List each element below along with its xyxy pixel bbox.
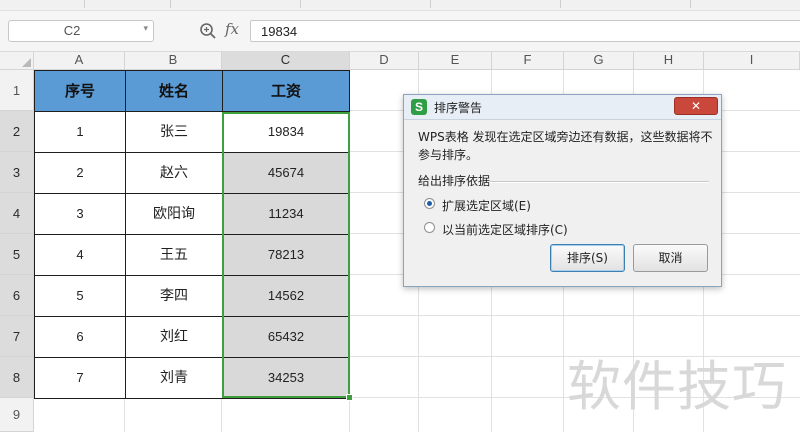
row-header-2[interactable]: 2 (0, 111, 34, 152)
table-cell-selected[interactable]: 78213 (222, 234, 350, 276)
select-all-corner[interactable] (0, 52, 34, 70)
table-cell[interactable]: 李四 (125, 275, 223, 317)
row-header-8[interactable]: 8 (0, 357, 34, 398)
column-header-b[interactable]: B (125, 52, 222, 70)
table-cell-selected[interactable]: 45674 (222, 152, 350, 194)
column-header-g[interactable]: G (564, 52, 634, 70)
table-cell-selected[interactable]: 34253 (222, 357, 350, 399)
table-cell[interactable]: 2 (34, 152, 126, 194)
column-header-e[interactable]: E (419, 52, 492, 70)
column-header-d[interactable]: D (350, 52, 419, 70)
dialog-message: WPS表格 发现在选定区域旁边还有数据，这些数据将不参与排序。 (418, 130, 713, 162)
zoom-icon[interactable] (199, 22, 217, 40)
watermark-text: 软件技巧 (567, 355, 787, 418)
row-header-9[interactable]: 9 (0, 398, 34, 432)
option-label[interactable]: 以当前选定区域排序(C) (442, 221, 568, 238)
table-cell[interactable]: 3 (34, 193, 126, 235)
table-cell-selected[interactable]: 14562 (222, 275, 350, 317)
formula-input[interactable]: 19834 (250, 20, 800, 42)
row-header-3[interactable]: 3 (0, 152, 34, 193)
cancel-button[interactable]: 取消 (633, 244, 708, 272)
dialog-title: 排序警告 (434, 101, 483, 115)
table-header-cell[interactable]: 工资 (222, 70, 350, 112)
dialog-titlebar[interactable]: S 排序警告 ✕ (404, 95, 721, 120)
row-header-7[interactable]: 7 (0, 316, 34, 357)
radio-checked-icon[interactable] (424, 198, 435, 209)
table-cell[interactable]: 4 (34, 234, 126, 276)
table-cell-selected[interactable]: 65432 (222, 316, 350, 358)
formula-bar: C2 ▾ fx 19834 (0, 11, 800, 52)
chevron-down-icon[interactable]: ▾ (143, 24, 148, 34)
table-header-cell[interactable]: 序号 (34, 70, 126, 112)
table-cell[interactable]: 王五 (125, 234, 223, 276)
table-cell-active[interactable]: 19834 (222, 111, 350, 153)
table-cell-selected[interactable]: 11234 (222, 193, 350, 235)
column-header-h[interactable]: H (634, 52, 704, 70)
table-cell[interactable]: 欧阳询 (125, 193, 223, 235)
group-label: 给出排序依据 (418, 174, 491, 188)
sort-warning-dialog: S 排序警告 ✕ WPS表格 发现在选定区域旁边还有数据，这些数据将不参与排序。… (403, 94, 722, 287)
table-cell[interactable]: 刘红 (125, 316, 223, 358)
fill-handle[interactable] (346, 394, 353, 401)
row-header-6[interactable]: 6 (0, 275, 34, 316)
cell-reference: C2 (63, 23, 81, 38)
table-cell[interactable]: 1 (34, 111, 126, 153)
column-header-a[interactable]: A (34, 52, 125, 70)
table-header-cell[interactable]: 姓名 (125, 70, 223, 112)
row-header-1[interactable]: 1 (0, 70, 34, 111)
table-cell[interactable]: 5 (34, 275, 126, 317)
table-cell[interactable]: 张三 (125, 111, 223, 153)
column-header-i[interactable]: I (704, 52, 800, 70)
row-header-4[interactable]: 4 (0, 193, 34, 234)
table-cell[interactable]: 刘青 (125, 357, 223, 399)
row-header-5[interactable]: 5 (0, 234, 34, 275)
top-ruler-strip (0, 0, 800, 11)
sort-button[interactable]: 排序(S) (550, 244, 625, 272)
name-box[interactable]: C2 ▾ (8, 20, 154, 42)
table-cell[interactable]: 6 (34, 316, 126, 358)
wps-app-icon: S (411, 99, 427, 115)
table-cell[interactable]: 7 (34, 357, 126, 399)
group-divider (490, 181, 709, 183)
close-button[interactable]: ✕ (674, 97, 718, 115)
radio-unchecked-icon[interactable] (424, 222, 435, 233)
table-cell[interactable]: 赵六 (125, 152, 223, 194)
column-header-c[interactable]: C (222, 52, 350, 70)
option-label[interactable]: 扩展选定区域(E) (442, 197, 531, 214)
fx-icon[interactable]: fx (225, 20, 239, 38)
column-header-f[interactable]: F (492, 52, 564, 70)
